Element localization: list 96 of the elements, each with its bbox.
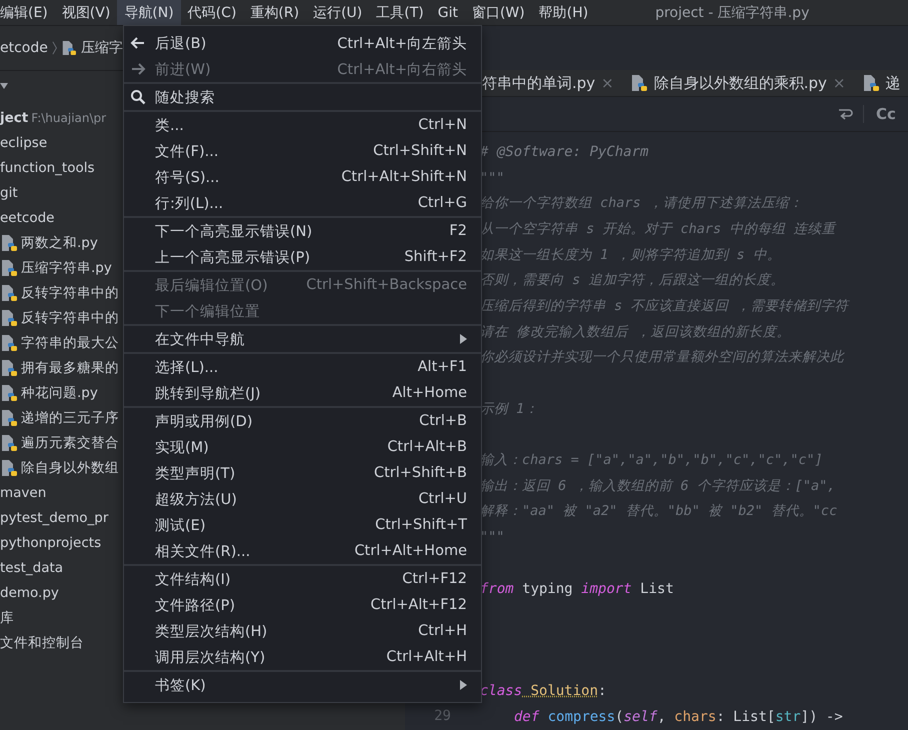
menu-item[interactable]: 超级方法(U) Ctrl+U [124, 486, 481, 512]
menu-item[interactable]: 符号(S)... Ctrl+Alt+Shift+N [124, 164, 481, 190]
tree-item[interactable]: 文件和控制台 [0, 634, 84, 652]
python-file-icon [0, 384, 18, 402]
tree-item[interactable]: 反转字符串中的 [21, 308, 119, 326]
tree-item[interactable]: git [0, 184, 18, 200]
tree-item[interactable]: eclipse [0, 134, 48, 150]
tree-item[interactable]: 压缩字符串.py [21, 258, 112, 276]
python-file-icon [0, 408, 18, 426]
tree-item[interactable]: 两数之和.py [21, 234, 98, 252]
menu-item[interactable]: 文件结构(I) Ctrl+F12 [124, 566, 481, 592]
menu-bar-item[interactable]: 帮助(H) [532, 0, 596, 25]
code-line: 输入：chars = ["a","a","b","b","c","c","c"] [480, 451, 824, 470]
editor-tab[interactable]: 除自身以外数组的乘积.py × [628, 74, 846, 92]
menu-item[interactable]: 文件(F)... Ctrl+Shift+N [124, 138, 481, 164]
python-file-icon [630, 74, 648, 92]
search-icon [130, 89, 146, 105]
code-line: def compress(self, chars: List[str]) -> [513, 708, 844, 727]
python-file-icon [0, 234, 18, 252]
code-line: 压缩后得到的字符串 s 不应该直接返回 ，需要转储到字符 [480, 296, 851, 316]
project-path: F:\huajian\pr [31, 110, 106, 124]
python-file-icon [862, 74, 880, 92]
menu-bar-item[interactable]: 运行(U) [306, 0, 370, 25]
menu-item[interactable]: 书签(K) [124, 672, 481, 698]
menu-bar-item[interactable]: 视图(V) [54, 0, 118, 25]
tree-item[interactable]: 遍历元素交替合 [21, 434, 119, 452]
menu-item[interactable]: 文件路径(P) Ctrl+Alt+F12 [124, 592, 481, 618]
menu-item[interactable]: 选择(L)... Alt+F1 [124, 354, 481, 380]
code-line: 从一个空字符串 s 开始。对于 chars 中的每组 连续重 [480, 220, 838, 239]
code-line: 否则，需要向 s 追加字符，后跟这一组的长度。 [480, 271, 786, 290]
menu-item[interactable]: 随处搜索 [124, 84, 481, 110]
menu-item[interactable]: 测试(E) Ctrl+Shift+T [124, 512, 481, 538]
soft-wrap-icon[interactable] [837, 107, 853, 121]
python-file-icon [0, 434, 18, 452]
menu-item[interactable]: 类型声明(T) Ctrl+Shift+B [124, 460, 481, 486]
code-line: class Solution: [480, 682, 608, 702]
menu-item[interactable]: 实现(M) Ctrl+Alt+B [124, 434, 481, 460]
menu-item[interactable]: 行:列(L)... Ctrl+G [124, 190, 481, 216]
tree-item[interactable]: 种花问题.py [21, 384, 98, 402]
editor-tab[interactable]: 符串中的单词.py × [480, 74, 614, 92]
menu-item[interactable]: 跳转到导航栏(J) Alt+Home [124, 380, 481, 406]
tree-item[interactable]: 除自身以外数组 [21, 458, 119, 476]
code-line: """ [480, 528, 506, 548]
menu-item[interactable]: 相关文件(R)... Ctrl+Alt+Home [124, 538, 481, 564]
tree-item[interactable]: 反转字符串中的 [21, 284, 119, 302]
menu-bar-item[interactable]: 重构(R) [243, 0, 306, 25]
window-title: project - 压缩字符串.py [655, 4, 810, 22]
code-line: from typing import List [480, 580, 675, 599]
python-file-icon [61, 39, 77, 57]
menu-item[interactable]: 声明或用例(D) Ctrl+B [124, 408, 481, 434]
left-arrow-icon [130, 35, 146, 51]
menu-item[interactable]: 上一个高亮显示错误(P) Shift+F2 [124, 244, 481, 270]
python-file-icon [0, 458, 18, 476]
tree-item[interactable]: 库 [0, 608, 14, 626]
tree-item[interactable]: maven [0, 484, 46, 500]
python-file-icon [0, 284, 18, 302]
code-line: 你必须设计并实现一个只使用常量额外空间的算法来解决此 [480, 348, 846, 368]
code-line: 给你一个字符数组 chars ，请使用下述算法压缩： [480, 194, 804, 214]
python-file-icon [0, 358, 18, 376]
menu-bar-item[interactable]: 编辑(E) [0, 0, 55, 25]
breadcrumb-item[interactable]: 压缩字 [81, 39, 123, 57]
code-line: 输出：返回 6 ，输入数组的前 6 个字符应该是：["a", [480, 476, 836, 496]
menu-bar-item[interactable]: Git [430, 0, 465, 25]
tree-item[interactable]: 递增的三元子序 [21, 408, 119, 426]
editor-tab[interactable]: 递 [860, 74, 900, 92]
python-file-icon [0, 258, 18, 276]
chevron-icon [52, 40, 58, 56]
menu-item[interactable]: 在文件中导航 [124, 326, 481, 352]
code-line: """ [480, 168, 506, 188]
tree-item[interactable]: 字符串的最大公 [21, 334, 119, 352]
tree-item[interactable]: eetcode [0, 210, 54, 226]
tree-item[interactable]: function_tools [0, 160, 94, 176]
match-case-button[interactable]: Cc [863, 105, 906, 123]
breadcrumb-item[interactable]: etcode [0, 40, 48, 56]
menu-bar-item[interactable]: 导航(N) [117, 0, 181, 25]
menu-item[interactable]: 类... Ctrl+N [124, 112, 481, 138]
collapse-triangle-icon[interactable] [0, 82, 8, 90]
menu-item[interactable]: 下一个高亮显示错误(N) F2 [124, 218, 481, 244]
right-arrow-icon [130, 61, 146, 77]
code-line: 如果这一组长度为 1 ，则将字符追加到 s 中。 [480, 246, 782, 265]
python-file-icon [0, 308, 18, 326]
menu-item[interactable]: 调用层次结构(Y) Ctrl+Alt+H [124, 644, 481, 670]
tree-item[interactable]: demo.py [0, 584, 59, 600]
tree-item[interactable]: 拥有最多糖果的 [21, 358, 119, 376]
menu-bar-item[interactable]: 工具(T) [369, 0, 431, 25]
tree-item[interactable]: pythonprojects [0, 534, 102, 550]
menu-bar-item[interactable]: 窗口(W) [464, 0, 532, 25]
tree-item[interactable]: pytest_demo_pr [0, 510, 108, 526]
tree-item[interactable]: test_data [0, 560, 64, 576]
code-line: 请在 修改完输入数组后 ，返回该数组的新长度。 [480, 322, 792, 342]
menu-bar-item[interactable]: 代码(C) [180, 0, 244, 25]
menu-item[interactable]: 类型层次结构(H) Ctrl+H [124, 618, 481, 644]
code-line: 解释："aa" 被 "a2" 替代。"bb" 被 "b2" 替代。"cc [480, 502, 838, 522]
menu-item[interactable]: 后退(B) Ctrl+Alt+向左箭头 [124, 30, 481, 56]
python-file-icon [0, 334, 18, 352]
code-line: 示例 1： [480, 400, 540, 419]
